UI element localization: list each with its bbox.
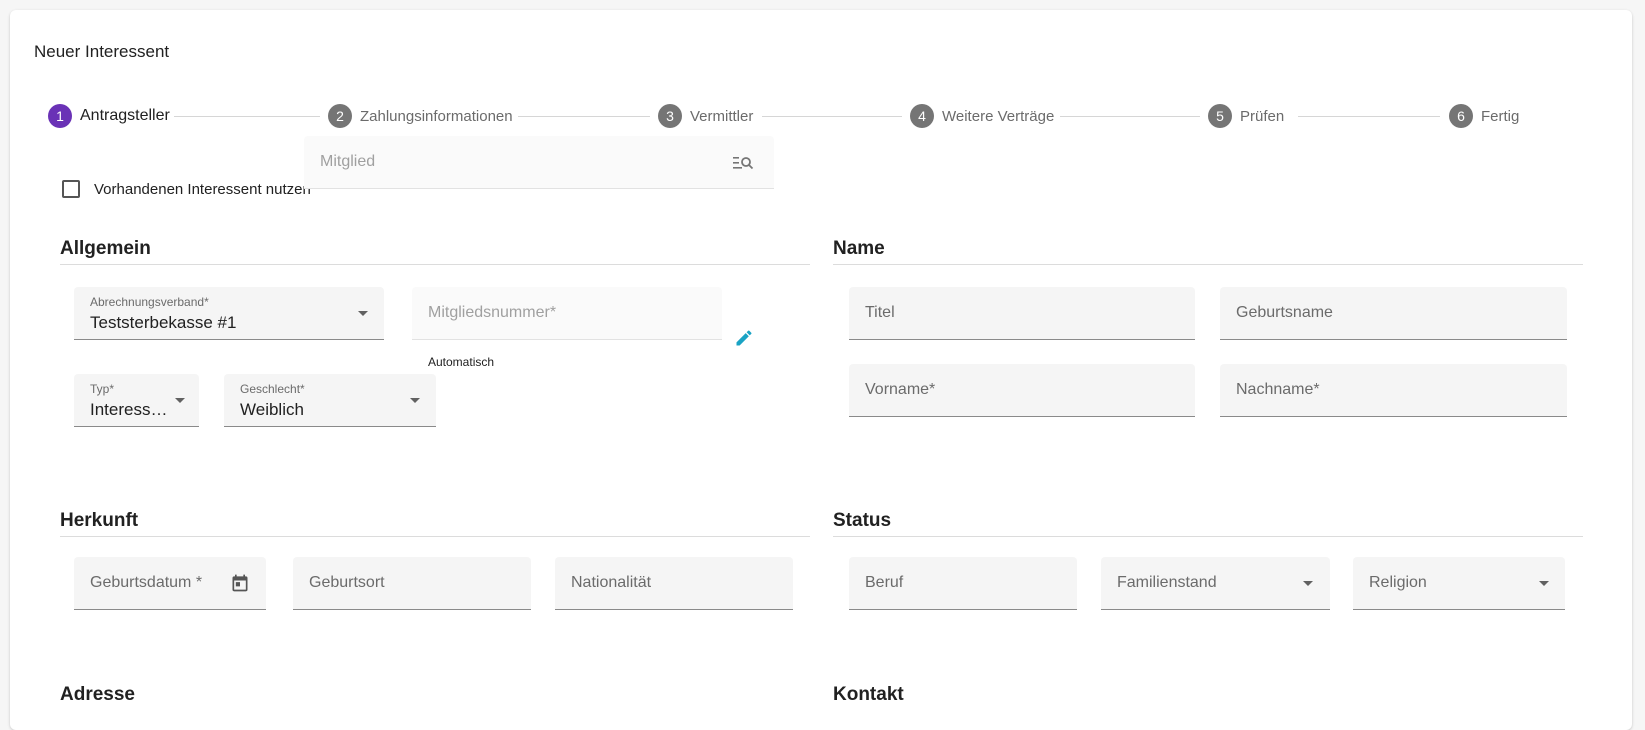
step-label: Zahlungsinformationen — [360, 107, 513, 125]
beruf-placeholder: Beruf — [865, 574, 904, 591]
step-antragsteller[interactable]: 1 Antragsteller — [48, 104, 170, 128]
familienstand-select[interactable]: Familienstand — [1101, 557, 1330, 610]
step-label: Vermittler — [690, 107, 754, 125]
section-divider — [60, 536, 810, 537]
calendar-icon[interactable] — [230, 573, 250, 593]
step-number: 2 — [328, 104, 352, 128]
nachname-input[interactable]: Nachname* — [1220, 364, 1567, 417]
stepper: 1 Antragsteller 2 Zahlungsinformationen … — [48, 104, 1588, 130]
step-label: Weitere Verträge — [942, 107, 1055, 125]
step-label: Prüfen — [1240, 107, 1285, 125]
religion-select[interactable]: Religion — [1353, 557, 1565, 610]
step-pruefen[interactable]: 5 Prüfen — [1208, 104, 1284, 128]
section-title-status: Status — [833, 510, 892, 531]
step-connector — [1298, 116, 1440, 117]
step-vermittler[interactable]: 3 Vermittler — [658, 104, 753, 128]
titel-placeholder: Titel — [865, 304, 895, 321]
typ-select[interactable]: Typ* Interessent — [74, 374, 199, 427]
geburtsname-placeholder: Geburtsname — [1236, 304, 1333, 321]
familienstand-placeholder: Familienstand — [1117, 574, 1217, 591]
field-label: Abrechnungsverband* — [90, 295, 209, 309]
section-title-adresse: Adresse — [60, 684, 135, 705]
step-number: 4 — [910, 104, 934, 128]
mitgliedsnummer-placeholder: Mitgliedsnummer* — [428, 304, 557, 321]
step-number: 5 — [1208, 104, 1232, 128]
vorname-placeholder: Vorname* — [865, 381, 936, 398]
checkbox-label: Vorhandenen Interessent nutzen — [94, 180, 311, 198]
geburtsdatum-placeholder: Geburtsdatum * — [90, 574, 203, 591]
section-title-herkunft: Herkunft — [60, 510, 139, 531]
titel-input[interactable]: Titel — [849, 287, 1195, 340]
section-divider — [833, 264, 1583, 265]
geburtsort-placeholder: Geburtsort — [309, 574, 385, 591]
member-placeholder: Mitglied — [320, 153, 376, 170]
step-weitere-vertraege[interactable]: 4 Weitere Verträge — [910, 104, 1054, 128]
field-label: Typ* — [90, 382, 115, 396]
step-number: 1 — [48, 104, 72, 128]
step-connector — [1060, 116, 1200, 117]
list-search-icon[interactable] — [732, 154, 754, 172]
mitgliedsnummer-hint: Automatisch — [428, 355, 495, 369]
mitgliedsnummer-input[interactable]: Mitgliedsnummer* — [412, 287, 722, 340]
chevron-down-icon — [175, 398, 185, 403]
step-connector — [762, 116, 902, 117]
use-existing-prospect-checkbox-row[interactable]: Vorhandenen Interessent nutzen — [62, 180, 311, 198]
use-existing-prospect-checkbox[interactable] — [62, 180, 80, 198]
member-search-field[interactable]: Mitglied — [304, 136, 774, 189]
chevron-down-icon — [1303, 581, 1313, 586]
nationalitaet-placeholder: Nationalität — [571, 574, 652, 591]
field-label: Geschlecht* — [240, 382, 305, 396]
section-divider — [60, 264, 810, 265]
chevron-down-icon — [410, 398, 420, 403]
nachname-placeholder: Nachname* — [1236, 381, 1320, 398]
pencil-icon[interactable] — [734, 328, 754, 348]
section-title-name: Name — [833, 238, 885, 259]
step-number: 6 — [1449, 104, 1473, 128]
vorname-input[interactable]: Vorname* — [849, 364, 1195, 417]
step-connector — [174, 116, 320, 117]
step-connector — [518, 116, 650, 117]
card-title: Neuer Interessent — [34, 42, 170, 61]
geburtsort-input[interactable]: Geburtsort — [293, 557, 531, 610]
abrechnungsverband-select[interactable]: Abrechnungsverband* Teststerbekasse #1 — [74, 287, 384, 340]
chevron-down-icon — [358, 311, 368, 316]
step-zahlungsinformationen[interactable]: 2 Zahlungsinformationen — [328, 104, 513, 128]
section-title-kontakt: Kontakt — [833, 684, 904, 705]
chevron-down-icon — [1539, 581, 1549, 586]
step-label: Antragsteller — [80, 107, 170, 124]
field-value: Interessent — [90, 400, 172, 419]
geburtsdatum-input[interactable]: Geburtsdatum * — [74, 557, 266, 610]
beruf-input[interactable]: Beruf — [849, 557, 1077, 610]
step-fertig[interactable]: 6 Fertig — [1449, 104, 1519, 128]
step-number: 3 — [658, 104, 682, 128]
field-value: Teststerbekasse #1 — [90, 313, 237, 332]
new-prospect-card: Neuer Interessent 1 Antragsteller 2 Zahl… — [10, 10, 1632, 730]
religion-placeholder: Religion — [1369, 574, 1427, 591]
nationalitaet-input[interactable]: Nationalität — [555, 557, 793, 610]
section-title-allgemein: Allgemein — [60, 238, 151, 259]
geburtsname-input[interactable]: Geburtsname — [1220, 287, 1567, 340]
step-label: Fertig — [1481, 107, 1520, 125]
geschlecht-select[interactable]: Geschlecht* Weiblich — [224, 374, 436, 427]
section-divider — [833, 536, 1583, 537]
field-value: Weiblich — [240, 400, 304, 419]
